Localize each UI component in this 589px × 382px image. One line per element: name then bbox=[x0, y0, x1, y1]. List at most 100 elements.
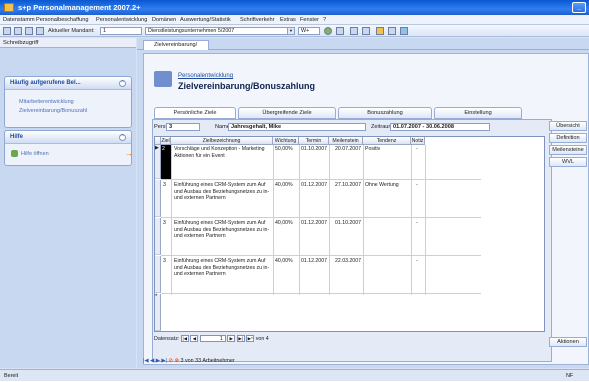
row-selector[interactable]: * bbox=[155, 294, 161, 331]
next-record-button[interactable]: ▶ bbox=[227, 335, 236, 343]
first-employee-button[interactable]: |◀ bbox=[143, 358, 149, 364]
table-cell[interactable]: 20.07.2007 bbox=[335, 146, 361, 153]
menu-personalbeschaffung[interactable]: Personalbeschaffung bbox=[36, 15, 88, 25]
row-selector[interactable] bbox=[155, 180, 161, 217]
menu-datenstamm[interactable]: Datenstamm bbox=[3, 15, 35, 25]
w-select[interactable]: W+ bbox=[298, 27, 320, 35]
row-selector[interactable] bbox=[155, 218, 161, 255]
menu-schriftverkehr[interactable]: Schriftverkehr bbox=[240, 15, 275, 25]
new-record-button[interactable]: ▶* bbox=[246, 335, 255, 343]
menu-domaenen[interactable]: Domänen bbox=[152, 15, 176, 25]
table-cell[interactable]: Einführung eines CRM-System zum Auf und … bbox=[174, 258, 270, 278]
next-employee-button[interactable]: ▶ bbox=[156, 358, 160, 364]
table-cell[interactable]: 40,00% bbox=[275, 258, 293, 265]
last-employee-button[interactable]: ▶| bbox=[161, 358, 167, 364]
table-cell[interactable]: - bbox=[416, 182, 418, 189]
prev-record-button[interactable]: ◀ bbox=[190, 335, 199, 343]
menu-personalentwicklung[interactable]: Personalentwicklung bbox=[96, 15, 147, 25]
prev-employee-button[interactable]: ◀ bbox=[150, 358, 154, 364]
table-cell[interactable]: Einführung eines CRM-System zum Auf und … bbox=[174, 182, 270, 202]
table-icon[interactable] bbox=[25, 27, 33, 35]
menu-help[interactable]: ? bbox=[323, 15, 326, 25]
menu-extras[interactable]: Extras bbox=[280, 15, 296, 25]
column-header[interactable]: Termin bbox=[299, 137, 329, 145]
last-record-button[interactable]: ▶| bbox=[236, 335, 245, 343]
content-panel: Personalentwicklung Zielvereinbarung/Bon… bbox=[143, 53, 589, 365]
print-icon[interactable] bbox=[350, 27, 358, 35]
document-tab-strip: Zielvereinbarung/ bbox=[137, 38, 589, 50]
column-header[interactable]: Notiz bbox=[411, 137, 425, 145]
name-select[interactable]: Jahresgehalt, Mike bbox=[228, 123, 366, 131]
wvl-button[interactable]: WVL bbox=[549, 157, 587, 167]
breadcrumb[interactable]: Personalentwicklung bbox=[178, 73, 233, 79]
table-cell[interactable]: - bbox=[416, 258, 418, 265]
folder-icon[interactable] bbox=[376, 27, 384, 35]
company-select[interactable]: Dienstleistungsunternehmen 5/2007 ▼ bbox=[145, 27, 295, 35]
mandant-select[interactable]: 1 bbox=[100, 27, 142, 35]
table-cell[interactable]: Vorschläge und Konzeption - Marketing Ak… bbox=[174, 146, 270, 159]
info-icon[interactable] bbox=[400, 27, 408, 35]
table-cell[interactable]: Ohne Wertung bbox=[365, 182, 399, 189]
table-cell[interactable]: 27.10.2007 bbox=[335, 182, 361, 189]
zeitraum-select[interactable]: 01.07.2007 - 30.06.2008 bbox=[390, 123, 490, 131]
persnr-select[interactable]: 3 bbox=[166, 123, 200, 131]
nav-link-help-open[interactable]: Hilfe öffnen bbox=[21, 151, 49, 157]
status-indicator: NF bbox=[566, 373, 574, 379]
table-cell[interactable]: 01.10.2007 bbox=[335, 220, 361, 227]
layout-icon[interactable] bbox=[36, 27, 44, 35]
close-icon[interactable]: ⊗ bbox=[174, 358, 179, 364]
mail-icon[interactable] bbox=[388, 27, 396, 35]
collapse-icon[interactable]: ^ bbox=[119, 134, 126, 141]
table-cell[interactable]: 01.12.2007 bbox=[301, 220, 327, 227]
tab-bonuszahlung[interactable]: Bonuszahlung bbox=[338, 107, 432, 119]
table-cell[interactable]: 2 bbox=[162, 146, 165, 153]
document-tab[interactable]: Zielvereinbarung/ bbox=[143, 40, 209, 50]
record-number-input[interactable]: 1 bbox=[199, 335, 226, 343]
column-header[interactable]: Wichtung bbox=[273, 137, 299, 145]
table-cell[interactable]: 22.03.2007 bbox=[335, 258, 361, 265]
tab-uebergreifende-ziele[interactable]: Übergreifende Ziele bbox=[238, 107, 336, 119]
table-cell[interactable]: 3 bbox=[163, 220, 166, 227]
column-header[interactable]: Meilenstein bbox=[329, 137, 363, 145]
nav-link-mitarbeiterentwicklung[interactable]: Mitarbeiterentwicklung bbox=[19, 99, 74, 105]
list-icon[interactable] bbox=[14, 27, 22, 35]
column-header[interactable]: Zielbezeichnung bbox=[171, 137, 273, 145]
table-cell[interactable]: - bbox=[416, 146, 418, 153]
menu-fenster[interactable]: Fenster bbox=[300, 15, 319, 25]
table-cell[interactable]: Positiv bbox=[365, 146, 380, 153]
uebersicht-button[interactable]: Übersicht bbox=[549, 121, 587, 131]
search-icon[interactable] bbox=[336, 27, 344, 35]
refresh-icon[interactable] bbox=[324, 27, 332, 35]
record-count: von 4 bbox=[255, 336, 269, 342]
table-cell[interactable]: 40,00% bbox=[275, 220, 293, 227]
title-bar: s+p Personalmanagement 2007.2+ _ bbox=[0, 0, 589, 15]
table-cell[interactable]: 3 bbox=[163, 182, 166, 189]
tab-persoenliche-ziele[interactable]: Persönliche Ziele bbox=[154, 107, 236, 119]
table-cell[interactable]: - bbox=[416, 220, 418, 227]
menu-auswertung[interactable]: Auswertung/Statistik bbox=[180, 15, 231, 25]
table-cell[interactable]: 3 bbox=[163, 258, 166, 265]
nav-link-zielvereinbarung[interactable]: Zielvereinbarung/Bonuszahl bbox=[19, 108, 87, 114]
first-record-button[interactable]: |◀ bbox=[180, 335, 189, 343]
grid-icon[interactable] bbox=[3, 27, 11, 35]
left-navigation-pane: Schreibzugriff Häufig aufgerufene Bel...… bbox=[0, 38, 136, 368]
table-cell[interactable]: 01.10.2007 bbox=[301, 146, 327, 153]
column-header[interactable]: Ziel bbox=[161, 137, 171, 145]
tab-einstellung[interactable]: Einstellung bbox=[434, 107, 522, 119]
collapse-icon[interactable]: ^ bbox=[119, 80, 126, 87]
minimize-button[interactable]: _ bbox=[572, 2, 586, 13]
table-cell[interactable]: 40,00% bbox=[275, 182, 293, 189]
table-cell[interactable]: 50,00% bbox=[275, 146, 293, 153]
export-icon[interactable] bbox=[362, 27, 370, 35]
stop-icon[interactable]: ⊘ bbox=[168, 358, 173, 364]
row-selector[interactable] bbox=[155, 256, 161, 293]
table-cell[interactable]: 01.12.2007 bbox=[301, 258, 327, 265]
column-header[interactable]: Tendenz bbox=[363, 137, 411, 145]
meilensteine-button[interactable]: Meilensteine bbox=[549, 145, 587, 155]
definition-button[interactable]: Definition bbox=[549, 133, 587, 143]
frequent-box: Häufig aufgerufene Bel... ^ Mitarbeitere… bbox=[4, 76, 132, 128]
aktionen-button[interactable]: Aktionen bbox=[549, 337, 587, 347]
table-cell[interactable]: Einführung eines CRM-System zum Auf und … bbox=[174, 220, 270, 240]
record-nav-label: Datensatz: bbox=[154, 336, 180, 342]
table-cell[interactable]: 01.12.2007 bbox=[301, 182, 327, 189]
